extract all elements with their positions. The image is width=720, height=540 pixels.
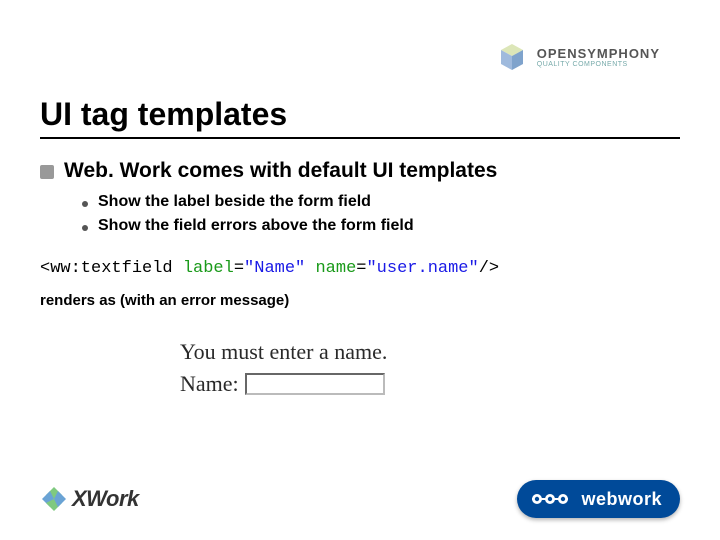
rendered-example: You must enter a name. Name: — [180, 339, 680, 397]
bullet-dot-icon — [40, 165, 54, 179]
bullet-dot-icon — [82, 225, 88, 231]
code-attr: name — [305, 259, 356, 278]
webwork-icon — [529, 488, 571, 510]
code-tag-open: <ww:textfield — [40, 259, 173, 278]
code-tag-close: /> — [479, 259, 499, 278]
page-title: UI tag templates — [40, 96, 680, 133]
cube-icon — [495, 40, 529, 74]
bullet-sub: Show the label beside the form field — [82, 193, 680, 211]
header-logo: OPENSYMPHONY QUALITY COMPONENTS — [495, 40, 660, 74]
code-val: "user.name" — [366, 259, 478, 278]
bullet-sub-text: Show the label beside the form field — [98, 193, 371, 211]
footer: XWork webwork — [40, 480, 680, 518]
render-note: renders as (with an error message) — [40, 292, 680, 309]
form-row: Name: — [180, 371, 680, 397]
code-eq: = — [356, 259, 366, 278]
error-message: You must enter a name. — [180, 339, 680, 365]
code-eq: = — [234, 259, 244, 278]
xwork-logo: XWork — [40, 485, 139, 513]
slide: OPENSYMPHONY QUALITY COMPONENTS UI tag t… — [0, 0, 720, 540]
code-val: "Name" — [244, 259, 305, 278]
name-input[interactable] — [245, 373, 385, 395]
bullet-dot-icon — [82, 201, 88, 207]
bullet-main-text: Web. Work comes with default UI template… — [64, 159, 497, 183]
title-underline — [40, 137, 680, 139]
xwork-icon — [40, 485, 68, 513]
brand-text: OPENSYMPHONY QUALITY COMPONENTS — [537, 46, 660, 68]
brand-main: OPENSYMPHONY — [537, 46, 660, 61]
bullet-main: Web. Work comes with default UI template… — [40, 159, 680, 183]
field-label: Name: — [180, 371, 239, 397]
code-attr: label — [173, 259, 234, 278]
xwork-text: XWork — [72, 486, 139, 512]
brand-sub: QUALITY COMPONENTS — [537, 61, 660, 68]
webwork-logo: webwork — [517, 480, 680, 518]
webwork-text: webwork — [581, 489, 662, 510]
sub-bullet-list: Show the label beside the form field Sho… — [82, 193, 680, 235]
bullet-sub-text: Show the field errors above the form fie… — [98, 217, 414, 235]
code-snippet: <ww:textfield label="Name" name="user.na… — [40, 259, 680, 278]
bullet-sub: Show the field errors above the form fie… — [82, 217, 680, 235]
